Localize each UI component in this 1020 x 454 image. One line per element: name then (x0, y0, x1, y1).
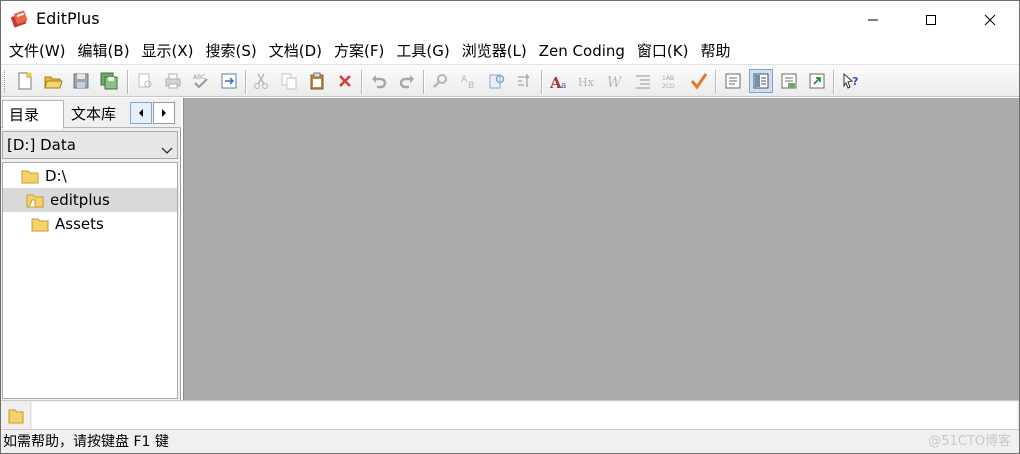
toolbar-separator (245, 70, 247, 94)
tab-scroll-left-button[interactable] (130, 102, 152, 124)
close-button[interactable] (961, 1, 1019, 38)
arrow-right-icon (162, 109, 166, 117)
toolbar-separator (423, 70, 425, 94)
document-icon[interactable] (721, 69, 745, 93)
toolbar-separator (127, 70, 129, 94)
toolbar-grip[interactable] (4, 70, 7, 93)
window-title: EditPlus (36, 9, 100, 28)
tree-item-label: D:\ (45, 167, 67, 185)
tree-item-assets[interactable]: Assets (3, 212, 177, 236)
save-icon[interactable] (69, 69, 93, 93)
font-icon[interactable]: Aa (547, 69, 571, 93)
minimize-button[interactable] (844, 1, 902, 38)
directory-panel: 目录 文本库 [D:] Data D:\ editplus Assets (1, 98, 181, 400)
directory-window-icon[interactable] (749, 69, 773, 93)
svg-text:B: B (468, 81, 474, 91)
editplus-window: EditPlus 文件(W) 编辑(B) 显示(X) 搜索(S) 文档(D) 方… (0, 0, 1020, 454)
paste-icon[interactable] (305, 69, 329, 93)
spellcheck-icon[interactable]: ABC (189, 69, 213, 93)
check-icon[interactable] (687, 69, 711, 93)
status-text: 如需帮助，请按键盘 F1 键 (3, 434, 169, 450)
panel-tabs: 目录 文本库 (1, 98, 181, 129)
menu-help[interactable]: 帮助 (694, 39, 736, 63)
menu-view[interactable]: 显示(X) (136, 39, 200, 63)
cut-icon[interactable] (249, 69, 273, 93)
tree-item-label: Assets (55, 215, 104, 233)
print-preview-icon[interactable] (133, 69, 157, 93)
print-icon[interactable] (161, 69, 185, 93)
menu-search[interactable]: 搜索(S) (200, 39, 263, 63)
replace-icon[interactable]: AB (457, 69, 481, 93)
tree-item-editplus[interactable]: editplus (3, 188, 177, 212)
arrow-left-icon (139, 109, 143, 117)
menu-bar: 文件(W) 编辑(B) 显示(X) 搜索(S) 文档(D) 方案(F) 工具(G… (1, 38, 1019, 64)
folder-icon (31, 218, 49, 232)
menu-window[interactable]: 窗口(K) (631, 39, 695, 63)
drive-select[interactable]: [D:] Data (2, 131, 178, 159)
svg-text:1AB: 1AB (662, 75, 674, 82)
goto-icon[interactable] (513, 69, 537, 93)
help-icon[interactable]: ? (839, 69, 863, 93)
redo-icon[interactable] (395, 69, 419, 93)
svg-text:W: W (607, 75, 623, 91)
output-window-icon[interactable] (805, 69, 829, 93)
browser-preview-icon[interactable] (217, 69, 241, 93)
tab-scroll-right-button[interactable] (153, 102, 175, 124)
title-bar: EditPlus (1, 1, 1019, 38)
editor-area[interactable] (183, 98, 1019, 400)
menu-edit[interactable]: 编辑(B) (72, 39, 136, 63)
editplus-app-icon (10, 9, 30, 29)
svg-text:?: ? (852, 75, 858, 88)
menu-project[interactable]: 方案(F) (328, 39, 390, 63)
toolbar-separator (541, 70, 543, 94)
svg-text:2CD: 2CD (662, 83, 675, 90)
maximize-button[interactable] (902, 1, 960, 38)
undo-icon[interactable] (367, 69, 391, 93)
svg-text:Hx: Hx (578, 76, 595, 89)
svg-text:a: a (561, 81, 567, 91)
toolbar-separator (715, 70, 717, 94)
line-number-icon[interactable]: 1AB 2CD (659, 69, 683, 93)
hex-icon[interactable]: Hx (575, 69, 599, 93)
watermark: @51CTO博客 (928, 434, 1011, 449)
delete-icon[interactable] (333, 69, 357, 93)
open-folder-icon (26, 194, 44, 208)
menu-zen-coding[interactable]: Zen Coding (533, 39, 631, 63)
file-list-area[interactable] (32, 402, 1017, 429)
menu-browser[interactable]: 浏览器(L) (456, 39, 533, 63)
toolbar: ABC AB A a Hx W 1AB 2CD ? (1, 64, 1019, 97)
save-all-icon[interactable] (97, 69, 121, 93)
word-wrap-icon[interactable]: W (603, 69, 627, 93)
tree-item-label: editplus (50, 191, 110, 209)
toolbar-separator (361, 70, 363, 94)
svg-text:ABC: ABC (193, 74, 205, 81)
menu-file[interactable]: 文件(W) (3, 39, 72, 63)
status-bar: 如需帮助，请按键盘 F1 键 @51CTO博客 (1, 429, 1019, 453)
chevron-down-icon (161, 141, 173, 159)
find-icon[interactable] (429, 69, 453, 93)
tab-directory[interactable]: 目录 (2, 100, 64, 129)
folder-icon (21, 170, 39, 184)
menu-document[interactable]: 文档(D) (263, 39, 328, 63)
copy-icon[interactable] (277, 69, 301, 93)
folder-tree: D:\ editplus Assets (2, 162, 178, 399)
cliptext-icon[interactable] (777, 69, 801, 93)
tree-item-drive-d[interactable]: D:\ (3, 164, 177, 188)
folder-icon (8, 409, 24, 423)
drive-select-value: [D:] Data (7, 136, 76, 154)
file-window-bar (1, 400, 1019, 429)
new-file-icon[interactable] (13, 69, 37, 93)
indent-icon[interactable] (631, 69, 655, 93)
open-file-icon[interactable] (41, 69, 65, 93)
menu-tools[interactable]: 工具(G) (390, 39, 455, 63)
toolbar-separator (833, 70, 835, 94)
find-in-files-icon[interactable] (485, 69, 509, 93)
folder-button[interactable] (2, 402, 31, 429)
svg-text:A: A (461, 75, 468, 85)
tab-cliptext[interactable]: 文本库 (65, 100, 127, 128)
